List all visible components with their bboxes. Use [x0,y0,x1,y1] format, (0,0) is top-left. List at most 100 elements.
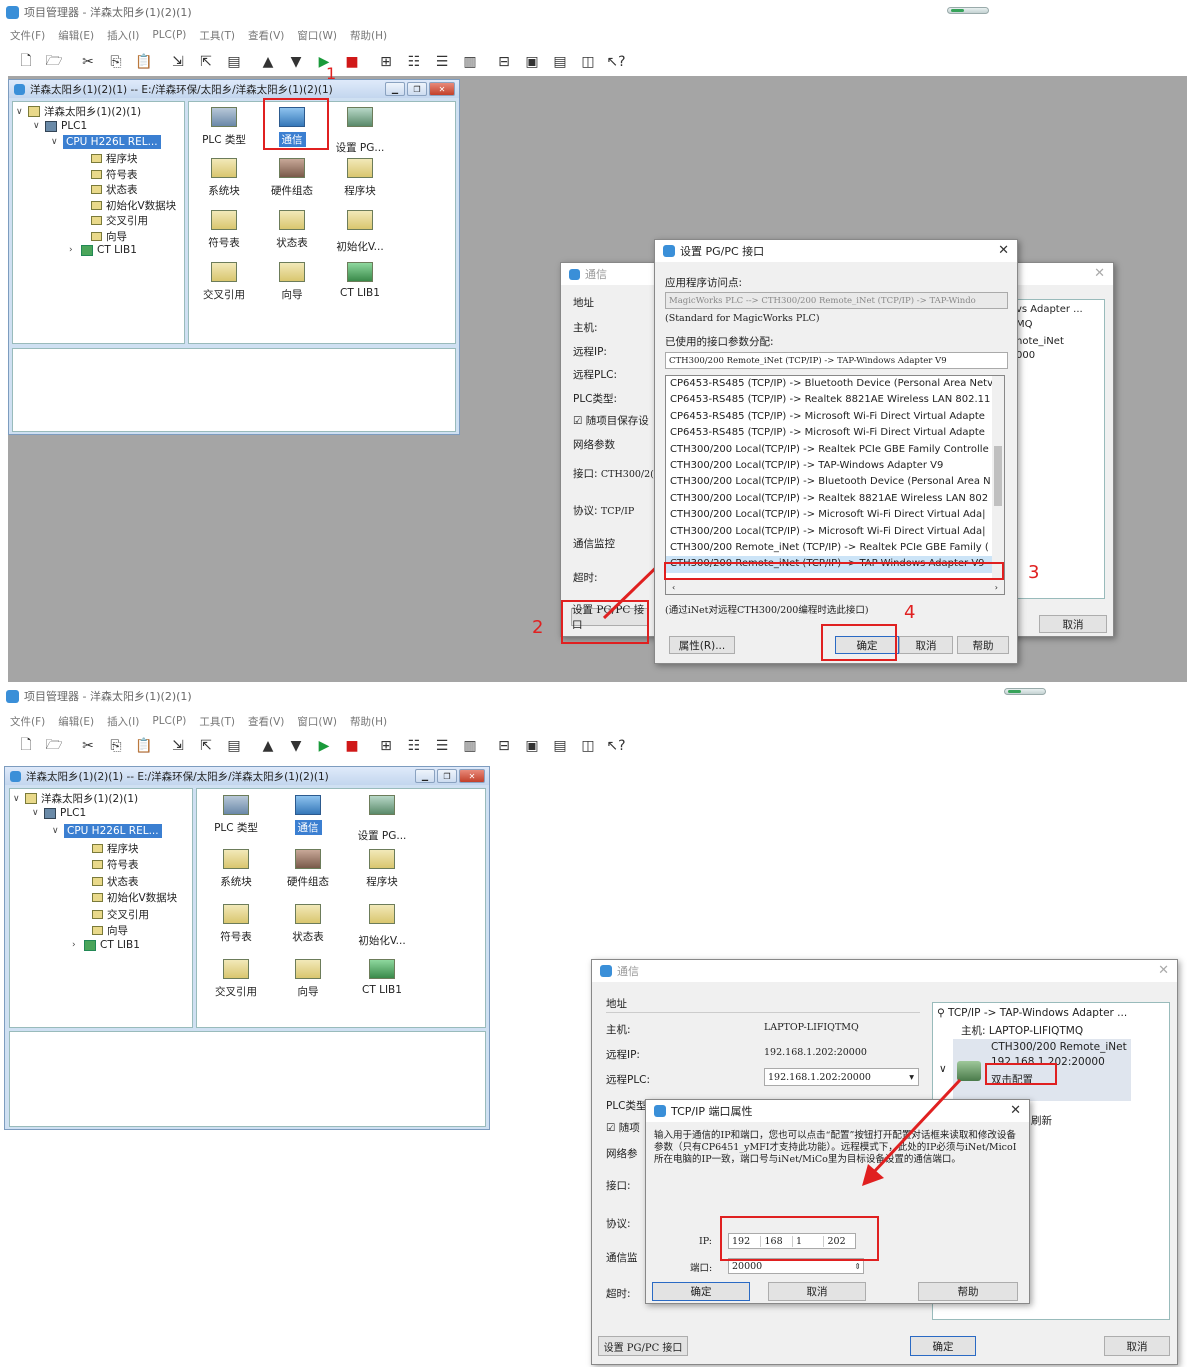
upload-icon[interactable]: ▲ [256,736,280,756]
list-item[interactable]: CTH300/200 Local(TCP/IP) -> Bluetooth De… [666,474,1004,490]
icon-communication[interactable]: 通信 [273,795,343,835]
tree-cpu[interactable]: ∨ CPU H226L REL... [52,824,162,838]
app-access-select[interactable]: MagicWorks PLC --> CTH300/200 Remote_iNe… [665,292,1008,309]
restore-button[interactable]: ❐ [407,82,427,96]
list-item[interactable]: CTH300/200 Local(TCP/IP) -> Realtek PCIe… [666,442,1004,458]
close-icon[interactable]: ✕ [1158,963,1169,978]
scroll-thumb[interactable] [994,446,1002,506]
icon-wizard[interactable]: 向导 [257,262,327,302]
icon-cross-reference[interactable]: 交叉引用 [189,262,259,302]
icon-set-pgpc[interactable]: 设置 PG... [325,107,395,155]
menu-help[interactable]: 帮助(H) [350,714,387,729]
minimize-bar[interactable] [1004,688,1046,695]
tcp-ok-button[interactable]: 确定 [652,1282,750,1301]
list-item[interactable]: CTH300/200 Local(TCP/IP) -> Microsoft Wi… [666,507,1004,523]
list-item[interactable]: CTH300/200 Remote_iNet (TCP/IP) -> Realt… [666,540,1004,556]
icon-status-table[interactable]: 状态表 [257,210,327,250]
window-icon[interactable]: ▣ [520,52,544,72]
tree-program-block[interactable]: 程序块 [92,841,139,856]
help-button[interactable]: 帮助 [957,636,1009,654]
download-icon[interactable]: ▼ [284,736,308,756]
properties-button[interactable]: 属性(R)... [669,636,735,654]
import-icon[interactable]: ⇲ [166,736,190,756]
tree-wizard[interactable]: 向导 [91,229,127,244]
icon-hardware-config[interactable]: 硬件组态 [273,849,343,889]
icon-system-block[interactable]: 系统块 [201,849,271,889]
close-icon[interactable]: ✕ [1010,1103,1021,1118]
tree-cross-reference[interactable]: 交叉引用 [91,213,148,228]
icon-symbol-table[interactable]: 符号表 [189,210,259,250]
icon-ct-lib[interactable]: CT LIB1 [347,959,417,996]
icon-status-table[interactable]: 状态表 [273,904,343,944]
help-context-icon[interactable]: ↖? [604,52,628,72]
icon-init-v[interactable]: 初始化V... [347,904,417,948]
chevron-down-icon[interactable]: ∨ [939,1063,947,1075]
save-with-project-checkbox[interactable]: ☑ 随项 [606,1120,640,1135]
icon-ct-lib[interactable]: CT LIB1 [325,262,395,299]
scroll-left-icon[interactable]: ‹ [672,583,675,592]
list-hscrollbar[interactable]: ‹ › [666,580,1004,594]
menu-insert[interactable]: 插入(I) [107,714,139,729]
list-item[interactable]: CP6453-RS485 (TCP/IP) -> Bluetooth Devic… [666,376,1004,392]
set-pgpc-button[interactable]: 设置 PG/PC 接口 [598,1336,688,1356]
open-icon[interactable]: 🗁 [42,52,66,72]
tree-cpu[interactable]: ∨ CPU H226L REL... [51,135,161,149]
list-vscrollbar[interactable] [992,376,1004,580]
import-icon[interactable]: ⇲ [166,52,190,72]
window-icon[interactable]: ▣ [520,736,544,756]
menu-plc[interactable]: PLC(P) [152,715,186,727]
copy-icon[interactable]: ⎘ [104,736,128,756]
minimize-bar[interactable] [947,7,989,14]
close-icon[interactable]: ✕ [998,243,1009,258]
cut-icon[interactable]: ✂ [76,736,100,756]
insert-icon[interactable]: ⊟ [492,736,516,756]
list-item[interactable]: CTH300/200 Local(TCP/IP) -> TAP-Windows … [666,458,1004,474]
list-item[interactable]: CP6453-RS485 (TCP/IP) -> Microsoft Wi-Fi… [666,409,1004,425]
used-param-field[interactable]: CTH300/200 Remote_iNet (TCP/IP) -> TAP-W… [665,352,1008,369]
tree-cross-reference[interactable]: 交叉引用 [92,907,149,922]
tree-ct-lib[interactable]: › CT LIB1 [69,244,137,256]
new-icon[interactable]: 🗋 [14,52,38,72]
list-item[interactable]: CP6453-RS485 (TCP/IP) -> Realtek 8821AE … [666,392,1004,408]
minimize-button[interactable]: ▁ [385,82,405,96]
new-icon[interactable]: 🗋 [14,736,38,756]
tree-ct-lib[interactable]: › CT LIB1 [72,939,140,951]
close-button[interactable]: ✕ [429,82,455,96]
upload-icon[interactable]: ▲ [256,52,280,72]
comm-cancel-button[interactable]: 取消 [1104,1336,1170,1356]
menu-edit[interactable]: 编辑(E) [58,714,94,729]
run-icon[interactable]: ▶ [312,736,336,756]
icon-init-v[interactable]: 初始化V... [325,210,395,254]
split-icon[interactable]: ▤ [548,52,572,72]
tree-root[interactable]: ∨ 洋森太阳乡(1)(2)(1) [13,791,138,806]
close-icon[interactable]: ✕ [1094,266,1105,281]
monitor-icon[interactable]: ⊞ [374,736,398,756]
menu-file[interactable]: 文件(F) [10,28,45,43]
paste-icon[interactable]: 📋 [132,736,156,756]
menu-tools[interactable]: 工具(T) [199,714,235,729]
icon-symbol-table[interactable]: 符号表 [201,904,271,944]
close-button[interactable]: ✕ [459,769,485,783]
panel-icon[interactable]: ◫ [576,736,600,756]
menu-tools[interactable]: 工具(T) [199,28,235,43]
stop-icon[interactable]: ■ [340,736,364,756]
ladder-icon[interactable]: ☷ [402,736,426,756]
export-icon[interactable]: ⇱ [194,736,218,756]
menu-view[interactable]: 查看(V) [248,28,284,43]
list-item[interactable]: CP6453-RS485 (TCP/IP) -> Microsoft Wi-Fi… [666,425,1004,441]
monitor-icon[interactable]: ⊞ [374,52,398,72]
menu-window[interactable]: 窗口(W) [297,714,337,729]
menu-plc[interactable]: PLC(P) [152,29,186,41]
tcp-help-button[interactable]: 帮助 [918,1282,1018,1301]
device-tree-line-1[interactable]: ⚲ TCP/IP -> TAP-Windows Adapter ... [937,1007,1127,1019]
menu-file[interactable]: 文件(F) [10,714,45,729]
paste-icon[interactable]: 📋 [132,52,156,72]
stop-icon[interactable]: ■ [340,52,364,72]
icon-program-block[interactable]: 程序块 [325,158,395,198]
fbd-icon[interactable]: ▥ [458,736,482,756]
tree-program-block[interactable]: 程序块 [91,151,138,166]
icon-cross-reference[interactable]: 交叉引用 [201,959,271,999]
icon-wizard[interactable]: 向导 [273,959,343,999]
tree-plc[interactable]: ∨ PLC1 [32,807,86,819]
restore-button[interactable]: ❐ [437,769,457,783]
